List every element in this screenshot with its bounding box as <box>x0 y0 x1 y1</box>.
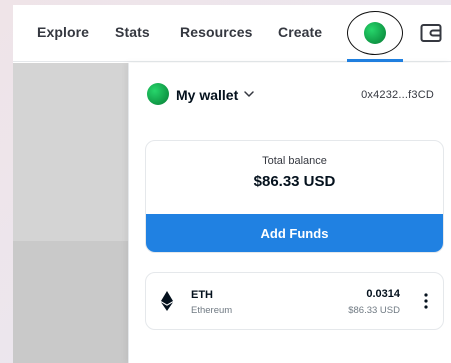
wallet-icon[interactable] <box>420 23 442 43</box>
chevron-down-icon[interactable] <box>243 89 255 99</box>
nav-stats[interactable]: Stats <box>115 24 150 40</box>
top-navbar: Explore Stats Resources Create <box>13 5 451 62</box>
wallet-address[interactable]: 0x4232...f3CD <box>361 89 434 101</box>
backdrop-bottom <box>13 241 128 363</box>
profile-button[interactable] <box>347 11 403 59</box>
nav-explore[interactable]: Explore <box>37 24 89 40</box>
token-symbol: ETH <box>191 289 213 301</box>
balance-card: Total balance $86.33 USD Add Funds <box>145 140 444 253</box>
page: Explore Stats Resources Create My wallet… <box>13 5 451 363</box>
token-amount: 0.0314 <box>366 288 400 300</box>
token-usd-value: $86.33 USD <box>348 305 400 316</box>
add-funds-button[interactable]: Add Funds <box>146 214 443 252</box>
page-background <box>13 63 128 363</box>
nav-resources[interactable]: Resources <box>180 24 253 40</box>
total-balance-amount: $86.33 USD <box>253 173 336 190</box>
avatar-icon <box>364 22 386 44</box>
backdrop-top <box>13 63 128 241</box>
ethereum-icon <box>161 291 173 311</box>
wallet-header: My wallet 0x4232...f3CD <box>129 63 451 123</box>
token-row[interactable]: ETH Ethereum 0.0314 $86.33 USD <box>145 272 444 330</box>
active-indicator <box>347 59 403 62</box>
wallet-avatar-icon <box>147 83 169 105</box>
token-name: Ethereum <box>191 305 233 316</box>
total-balance-label: Total balance <box>262 155 327 167</box>
wallet-panel: My wallet 0x4232...f3CD Total balance $8… <box>128 63 451 363</box>
nav-create[interactable]: Create <box>278 24 322 40</box>
wallet-title[interactable]: My wallet <box>176 87 238 103</box>
more-options-icon[interactable] <box>424 293 428 309</box>
